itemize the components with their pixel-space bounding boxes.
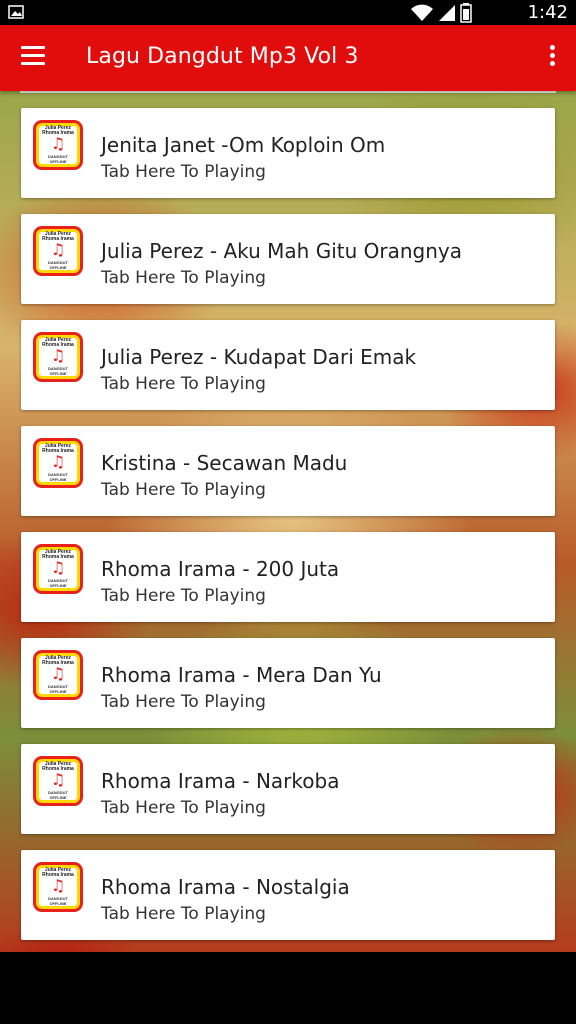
song-title: Rhoma Irama - 200 Juta xyxy=(101,557,340,581)
song-list-item[interactable]: Julia Perez Rhoma Irama ♫ DANGDUT OFFLINE … xyxy=(21,214,555,304)
song-list-item[interactable]: Julia Perez Rhoma Irama ♫ DANGDUT OFFLINE … xyxy=(21,108,555,198)
clock: 1:42 xyxy=(527,2,568,23)
music-note-icon: ♫ xyxy=(50,346,66,365)
song-title: Rhoma Irama - Narkoba xyxy=(101,769,340,793)
song-list-item[interactable]: Julia Perez Rhoma Irama ♫ DANGDUT OFFLINE … xyxy=(21,532,555,622)
song-title: Julia Perez - Kudapat Dari Emak xyxy=(101,345,417,369)
music-note-icon: ♫ xyxy=(50,452,66,471)
app-logo-icon: Julia Perez Rhoma Irama ♫ DANGDUT OFFLINE xyxy=(33,438,83,488)
logo-text-line4: OFFLINE xyxy=(49,477,67,482)
page-title: Lagu Dangdut Mp3 Vol 3 xyxy=(86,44,359,69)
app-logo-icon: Julia Perez Rhoma Irama ♫ DANGDUT OFFLINE xyxy=(33,544,83,594)
song-list-item[interactable]: Julia Perez Rhoma Irama ♫ DANGDUT OFFLINE … xyxy=(21,744,555,834)
song-list-item[interactable]: Julia Perez Rhoma Irama ♫ DANGDUT OFFLINE … xyxy=(21,850,555,940)
logo-text-line4: OFFLINE xyxy=(49,265,67,270)
song-title: Jenita Janet -Om Koploin Om xyxy=(101,133,386,157)
music-note-icon: ♫ xyxy=(50,770,66,789)
music-note-icon: ♫ xyxy=(50,558,66,577)
status-bar: 1:42 xyxy=(0,0,576,25)
song-subtitle: Tab Here To Playing xyxy=(101,162,266,182)
song-subtitle: Tab Here To Playing xyxy=(101,692,266,712)
music-note-icon: ♫ xyxy=(50,664,66,683)
app-logo-icon: Julia Perez Rhoma Irama ♫ DANGDUT OFFLINE xyxy=(33,650,83,700)
song-subtitle: Tab Here To Playing xyxy=(101,904,266,924)
song-subtitle: Tab Here To Playing xyxy=(101,798,266,818)
app-bar: Lagu Dangdut Mp3 Vol 3 xyxy=(0,25,576,91)
song-title: Kristina - Secawan Madu xyxy=(101,451,348,475)
song-list-item[interactable]: Julia Perez Rhoma Irama ♫ DANGDUT OFFLINE … xyxy=(21,320,555,410)
song-subtitle: Tab Here To Playing xyxy=(101,480,266,500)
signal-icon xyxy=(439,5,455,21)
menu-icon[interactable] xyxy=(21,46,45,66)
app-logo-icon: Julia Perez Rhoma Irama ♫ DANGDUT OFFLINE xyxy=(33,756,83,806)
wifi-icon xyxy=(411,4,433,21)
overflow-menu-icon[interactable] xyxy=(548,45,556,71)
app-logo-icon: Julia Perez Rhoma Irama ♫ DANGDUT OFFLINE xyxy=(33,862,83,912)
logo-text-line4: OFFLINE xyxy=(49,159,67,164)
song-title: Rhoma Irama - Nostalgia xyxy=(101,875,350,899)
logo-text-line4: OFFLINE xyxy=(49,795,67,800)
previous-card-edge xyxy=(20,91,556,93)
app-logo-icon: Julia Perez Rhoma Irama ♫ DANGDUT OFFLINE xyxy=(33,226,83,276)
music-note-icon: ♫ xyxy=(50,876,66,895)
status-icons xyxy=(410,3,472,23)
app-logo-icon: Julia Perez Rhoma Irama ♫ DANGDUT OFFLINE xyxy=(33,120,83,170)
logo-text-line4: OFFLINE xyxy=(49,583,67,588)
song-subtitle: Tab Here To Playing xyxy=(101,374,266,394)
logo-text-line4: OFFLINE xyxy=(49,689,67,694)
battery-icon xyxy=(460,3,472,23)
song-list-item[interactable]: Julia Perez Rhoma Irama ♫ DANGDUT OFFLINE … xyxy=(21,426,555,516)
song-subtitle: Tab Here To Playing xyxy=(101,268,266,288)
song-subtitle: Tab Here To Playing xyxy=(101,586,266,606)
image-notification-icon xyxy=(8,5,24,19)
music-note-icon: ♫ xyxy=(50,134,66,153)
song-list[interactable]: Julia Perez Rhoma Irama ♫ DANGDUT OFFLINE … xyxy=(0,91,576,952)
song-title: Rhoma Irama - Mera Dan Yu xyxy=(101,663,382,687)
song-title: Julia Perez - Aku Mah Gitu Orangnya xyxy=(101,239,462,263)
navigation-bar xyxy=(0,952,576,1024)
song-list-item[interactable]: Julia Perez Rhoma Irama ♫ DANGDUT OFFLINE … xyxy=(21,638,555,728)
music-note-icon: ♫ xyxy=(50,240,66,259)
app-logo-icon: Julia Perez Rhoma Irama ♫ DANGDUT OFFLINE xyxy=(33,332,83,382)
logo-text-line4: OFFLINE xyxy=(49,371,67,376)
logo-text-line4: OFFLINE xyxy=(49,901,67,906)
